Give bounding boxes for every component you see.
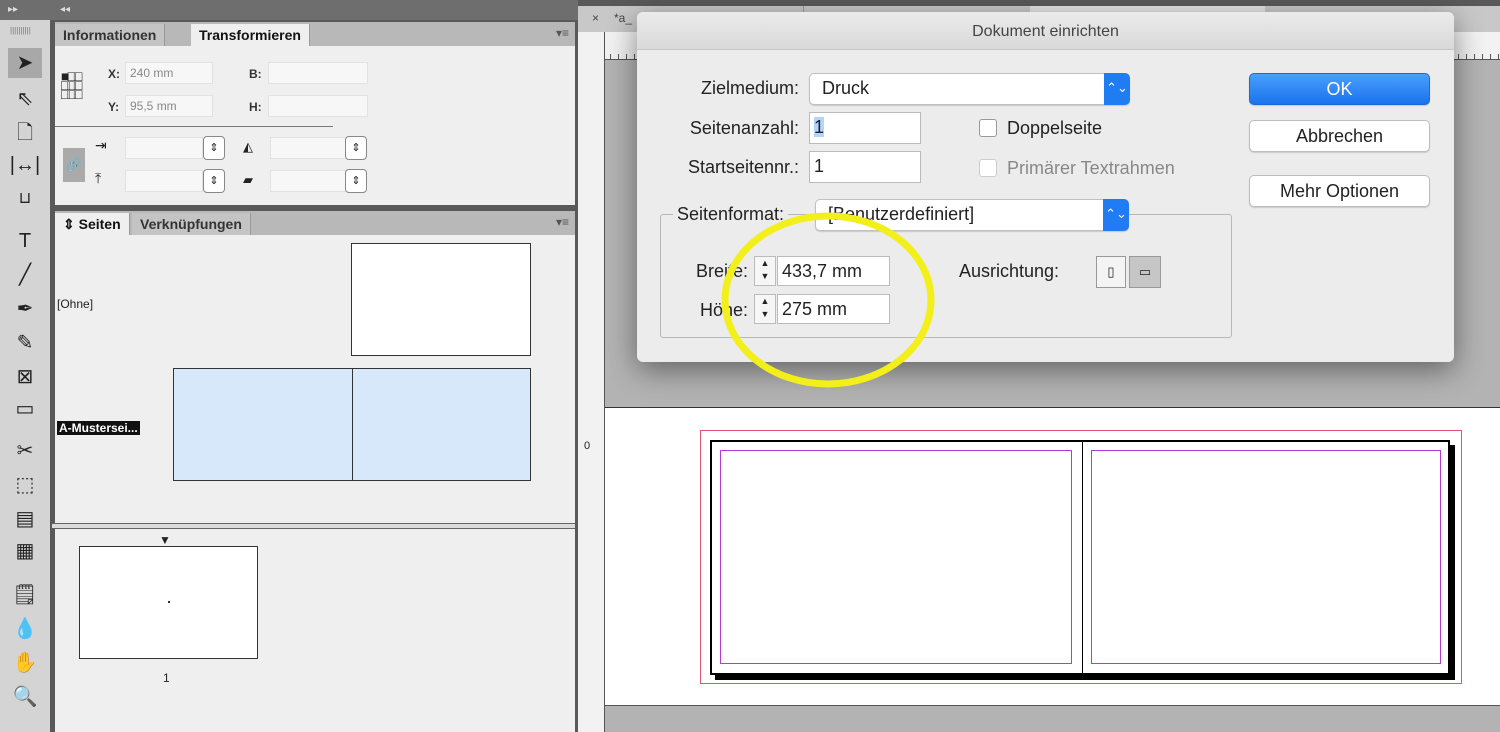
seitenanzahl-label: Seitenanzahl: [689, 118, 799, 138]
panel-collapse-bar: ▸▸ ◂◂ [0, 0, 578, 20]
shear-field[interactable] [270, 170, 348, 192]
expand-icon[interactable]: ▸▸ [8, 4, 18, 15]
ausrichtung-label: Ausrichtung: [959, 261, 1060, 281]
margin-guide-left [720, 450, 1072, 664]
vertical-ruler[interactable]: 0 [578, 32, 605, 732]
zielmedium-label: Zielmedium: [700, 78, 799, 98]
seitenanzahl-field[interactable]: 1 [809, 112, 921, 144]
spine [1082, 442, 1083, 673]
page-number-label: 1 [163, 671, 170, 685]
scale-x-stepper[interactable]: ⇕ [203, 136, 225, 160]
master-a-thumb[interactable] [173, 368, 531, 481]
chevron-updown-icon: ⌃⌄ [1104, 73, 1130, 105]
pencil-tool-icon[interactable]: ✎ [8, 328, 42, 358]
tab-seiten[interactable]: ⇕ Seiten [55, 213, 130, 235]
dialog-title: Dokument einrichten [637, 12, 1454, 50]
scale-x-field[interactable] [125, 137, 203, 159]
master-none-label[interactable]: [Ohne] [57, 297, 93, 311]
zielmedium-value: Druck [822, 78, 870, 98]
page-tool-icon[interactable]: 🗋 [8, 118, 42, 148]
scale-y-stepper[interactable]: ⇕ [203, 169, 225, 193]
direct-selection-tool-icon[interactable]: ⇖ [8, 84, 42, 114]
doppelseite-label[interactable]: Doppelseite [1007, 118, 1102, 139]
shear-icon: ▰ [243, 172, 253, 187]
master-a-label[interactable]: A-Mustersei... [57, 421, 140, 435]
primaer-textrahmen-checkbox[interactable] [979, 159, 997, 177]
gradient-feather-tool-icon[interactable]: ▦ [8, 536, 42, 566]
tab-verknuepfungen[interactable]: Verknüpfungen [132, 213, 251, 235]
document-tab[interactable]: *a_ [614, 11, 632, 25]
landscape-orientation-icon[interactable]: ▭ [1129, 256, 1161, 288]
grip-icon: |||||||||| [10, 26, 31, 35]
collapse-icon[interactable]: ◂◂ [60, 4, 70, 15]
constrain-proportions-icon[interactable]: 🔗 [63, 148, 85, 182]
gradient-tool-icon[interactable]: ▤ [8, 504, 42, 534]
more-options-button[interactable]: Mehr Optionen [1249, 175, 1430, 207]
tab-informationen[interactable]: Informationen [55, 24, 166, 46]
width-field[interactable] [268, 62, 368, 84]
doppelseite-checkbox[interactable] [979, 119, 997, 137]
seitenanzahl-value: 1 [814, 117, 825, 137]
zielmedium-select[interactable]: Druck ⌃⌄ [809, 73, 1130, 105]
reference-point-icon[interactable]: ■□□ □□□ □□□ [61, 69, 82, 101]
scale-y-field[interactable] [125, 170, 203, 192]
panel-splitter[interactable] [52, 523, 575, 529]
margin-guide-right [1091, 450, 1441, 664]
master-none-thumb[interactable] [351, 243, 531, 356]
page-1-thumb[interactable] [79, 546, 258, 659]
scale-y-icon: ⤒ [95, 170, 102, 186]
divider [55, 126, 333, 127]
primaer-textrahmen-label[interactable]: Primärer Textrahmen [1007, 158, 1175, 179]
panel-menu-icon[interactable]: ▾≡ [556, 26, 569, 40]
h-label: H: [249, 100, 262, 114]
height-field[interactable] [268, 95, 368, 117]
y-field[interactable]: 95,5 mm [125, 95, 213, 117]
eyedropper-tool-icon[interactable]: 💧 [8, 614, 42, 644]
shear-stepper[interactable]: ⇕ [345, 169, 367, 193]
x-field[interactable]: 240 mm [125, 62, 213, 84]
rectangle-tool-icon[interactable]: ▭ [8, 394, 42, 424]
content-collector-icon[interactable]: ⊔ [8, 184, 42, 214]
rotation-stepper[interactable]: ⇕ [345, 136, 367, 160]
zoom-tool-icon[interactable]: 🔍 [8, 682, 42, 712]
scissors-tool-icon[interactable]: ✂ [8, 436, 42, 466]
selection-tool-icon[interactable]: ➤ [8, 48, 42, 78]
y-label: Y: [108, 100, 120, 114]
pages-panel: ⇕ Seiten Verknüpfungen ▾≡ [Ohne] A-Muste… [52, 211, 575, 732]
cancel-button[interactable]: Abbrechen [1249, 120, 1430, 152]
portrait-orientation-icon[interactable]: ▯ [1096, 256, 1126, 288]
note-tool-icon[interactable]: 🗒 [8, 580, 42, 610]
chevron-updown-icon: ⌃⌄ [1103, 199, 1129, 231]
startseite-field[interactable]: 1 [809, 151, 921, 183]
rectangle-frame-tool-icon[interactable]: ⊠ [8, 362, 42, 392]
spine [352, 369, 353, 480]
tools-panel: |||||||||| ➤ ⇖ 🗋 |↔| ⊔ T ╱ ✒ ✎ ⊠ ▭ ✂ ⬚ ▤… [0, 20, 50, 732]
master-indicator-icon: ▼ [159, 533, 171, 547]
tab-transformieren[interactable]: Transformieren [191, 24, 310, 46]
x-label: X: [108, 67, 120, 81]
tab-label: Seiten [78, 216, 121, 232]
type-tool-icon[interactable]: T [8, 226, 42, 256]
hand-tool-icon[interactable]: ✋ [8, 648, 42, 678]
line-tool-icon[interactable]: ╱ [8, 260, 42, 290]
free-transform-tool-icon[interactable]: ⬚ [8, 470, 42, 500]
page-spread[interactable] [710, 440, 1450, 675]
b-label: B: [249, 67, 262, 81]
scale-x-icon: ⇥ [95, 137, 107, 153]
startseite-label: Startseitennr.: [687, 157, 799, 177]
dot [168, 601, 170, 603]
pen-tool-icon[interactable]: ✒ [8, 294, 42, 324]
close-tab-icon[interactable]: × [592, 11, 599, 25]
gap-tool-icon[interactable]: |↔| [8, 150, 42, 180]
ok-button[interactable]: OK [1249, 73, 1430, 105]
rotation-field[interactable] [270, 137, 348, 159]
ruler-zero-label: 0 [584, 440, 591, 452]
highlight-circle-annotation [721, 212, 935, 388]
rotate-icon: ◭ [243, 139, 253, 154]
panel-menu-icon[interactable]: ▾≡ [556, 215, 569, 229]
transform-panel: Informationen Transformieren ▾≡ ■□□ □□□ □□… [55, 22, 575, 205]
